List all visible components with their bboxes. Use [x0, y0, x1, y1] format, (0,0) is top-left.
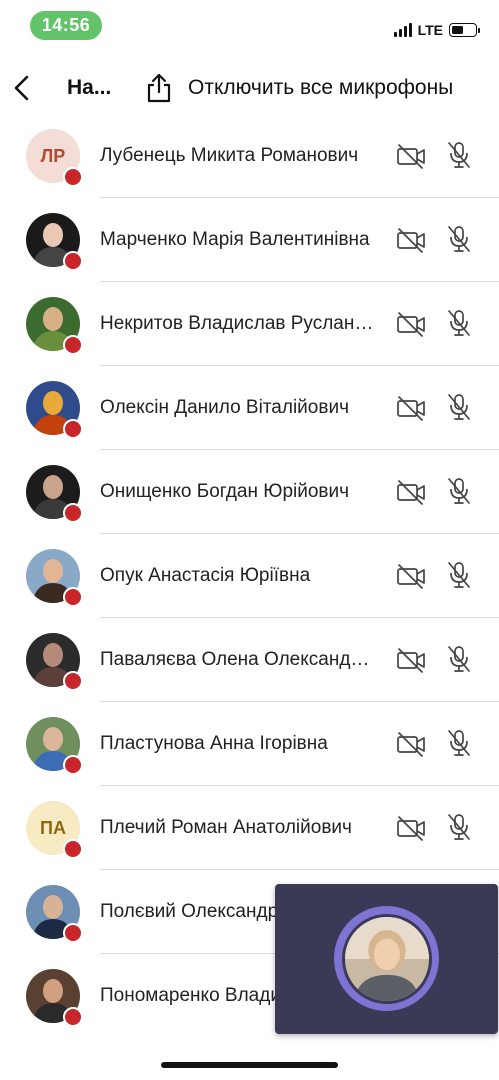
- status-time[interactable]: 14:56: [30, 11, 102, 40]
- participant-name: Плечий Роман Анатолійович: [100, 817, 352, 838]
- participant-row[interactable]: ЛР Лубенець Микита Романович: [0, 114, 499, 198]
- status-dot-icon: [63, 671, 83, 691]
- mute-all-button[interactable]: Отключить все микрофоны: [188, 76, 453, 100]
- participant-row[interactable]: Некритов Владислав Русланович: [0, 282, 499, 366]
- page-title: На...: [67, 76, 112, 99]
- speaker-ring: [334, 906, 439, 1011]
- status-dot-icon: [63, 503, 83, 523]
- microphone-off-icon[interactable]: [446, 560, 472, 590]
- participant-row[interactable]: Пластунова Анна Ігорівна: [0, 702, 499, 786]
- camera-off-icon[interactable]: [396, 226, 426, 254]
- microphone-off-icon[interactable]: [446, 476, 472, 506]
- participant-name: Лубенець Микита Романович: [100, 145, 359, 166]
- microphone-off-icon[interactable]: [446, 392, 472, 422]
- microphone-off-icon[interactable]: [446, 308, 472, 338]
- microphone-off-icon[interactable]: [446, 140, 472, 170]
- status-dot-icon: [63, 923, 83, 943]
- signal-strength-icon: [393, 23, 412, 37]
- microphone-off-icon[interactable]: [446, 644, 472, 674]
- camera-off-icon[interactable]: [396, 478, 426, 506]
- participant-name: Олексін Данило Віталійович: [100, 397, 349, 418]
- participant-name: Опук Анастасія Юріївна: [100, 565, 311, 586]
- participant-row[interactable]: ПА Плечий Роман Анатолійович: [0, 786, 499, 870]
- camera-off-icon[interactable]: [396, 142, 426, 170]
- microphone-off-icon[interactable]: [446, 728, 472, 758]
- status-dot-icon: [63, 167, 83, 187]
- camera-off-icon[interactable]: [396, 814, 426, 842]
- camera-off-icon[interactable]: [396, 646, 426, 674]
- participant-row[interactable]: Паваляєва Олена Олександрівна: [0, 618, 499, 702]
- status-dot-icon: [63, 839, 83, 859]
- status-dot-icon: [63, 251, 83, 271]
- self-avatar: [341, 913, 432, 1004]
- camera-off-icon[interactable]: [396, 562, 426, 590]
- status-dot-icon: [63, 1007, 83, 1027]
- battery-icon: [449, 23, 480, 37]
- participant-row[interactable]: Марченко Марія Валентинівна: [0, 198, 499, 282]
- microphone-off-icon[interactable]: [446, 812, 472, 842]
- participant-name: Паваляєва Олена Олександрівна: [100, 649, 378, 670]
- microphone-off-icon[interactable]: [446, 224, 472, 254]
- back-arrow-icon[interactable]: [10, 72, 34, 104]
- participant-row[interactable]: Опук Анастасія Юріївна: [0, 534, 499, 618]
- home-indicator[interactable]: [161, 1062, 338, 1068]
- camera-off-icon[interactable]: [396, 394, 426, 422]
- participant-name: Марченко Марія Валентинівна: [100, 229, 370, 250]
- participants-header: На... Отключить все микрофоны: [0, 56, 499, 118]
- status-dot-icon: [63, 587, 83, 607]
- status-dot-icon: [63, 755, 83, 775]
- status-dot-icon: [63, 335, 83, 355]
- share-icon[interactable]: [145, 72, 173, 104]
- camera-off-icon[interactable]: [396, 310, 426, 338]
- participant-row[interactable]: Онищенко Богдан Юрійович: [0, 450, 499, 534]
- self-video-preview[interactable]: [275, 884, 498, 1034]
- status-bar: 14:56 LTE: [0, 0, 499, 56]
- status-dot-icon: [63, 419, 83, 439]
- participant-row[interactable]: Олексін Данило Віталійович: [0, 366, 499, 450]
- participant-name: Некритов Владислав Русланович: [100, 313, 378, 334]
- status-indicators: LTE: [393, 22, 480, 38]
- camera-off-icon[interactable]: [396, 730, 426, 758]
- participant-name: Онищенко Богдан Юрійович: [100, 481, 350, 502]
- network-type: LTE: [417, 22, 443, 38]
- participant-name: Пластунова Анна Ігорівна: [100, 733, 328, 754]
